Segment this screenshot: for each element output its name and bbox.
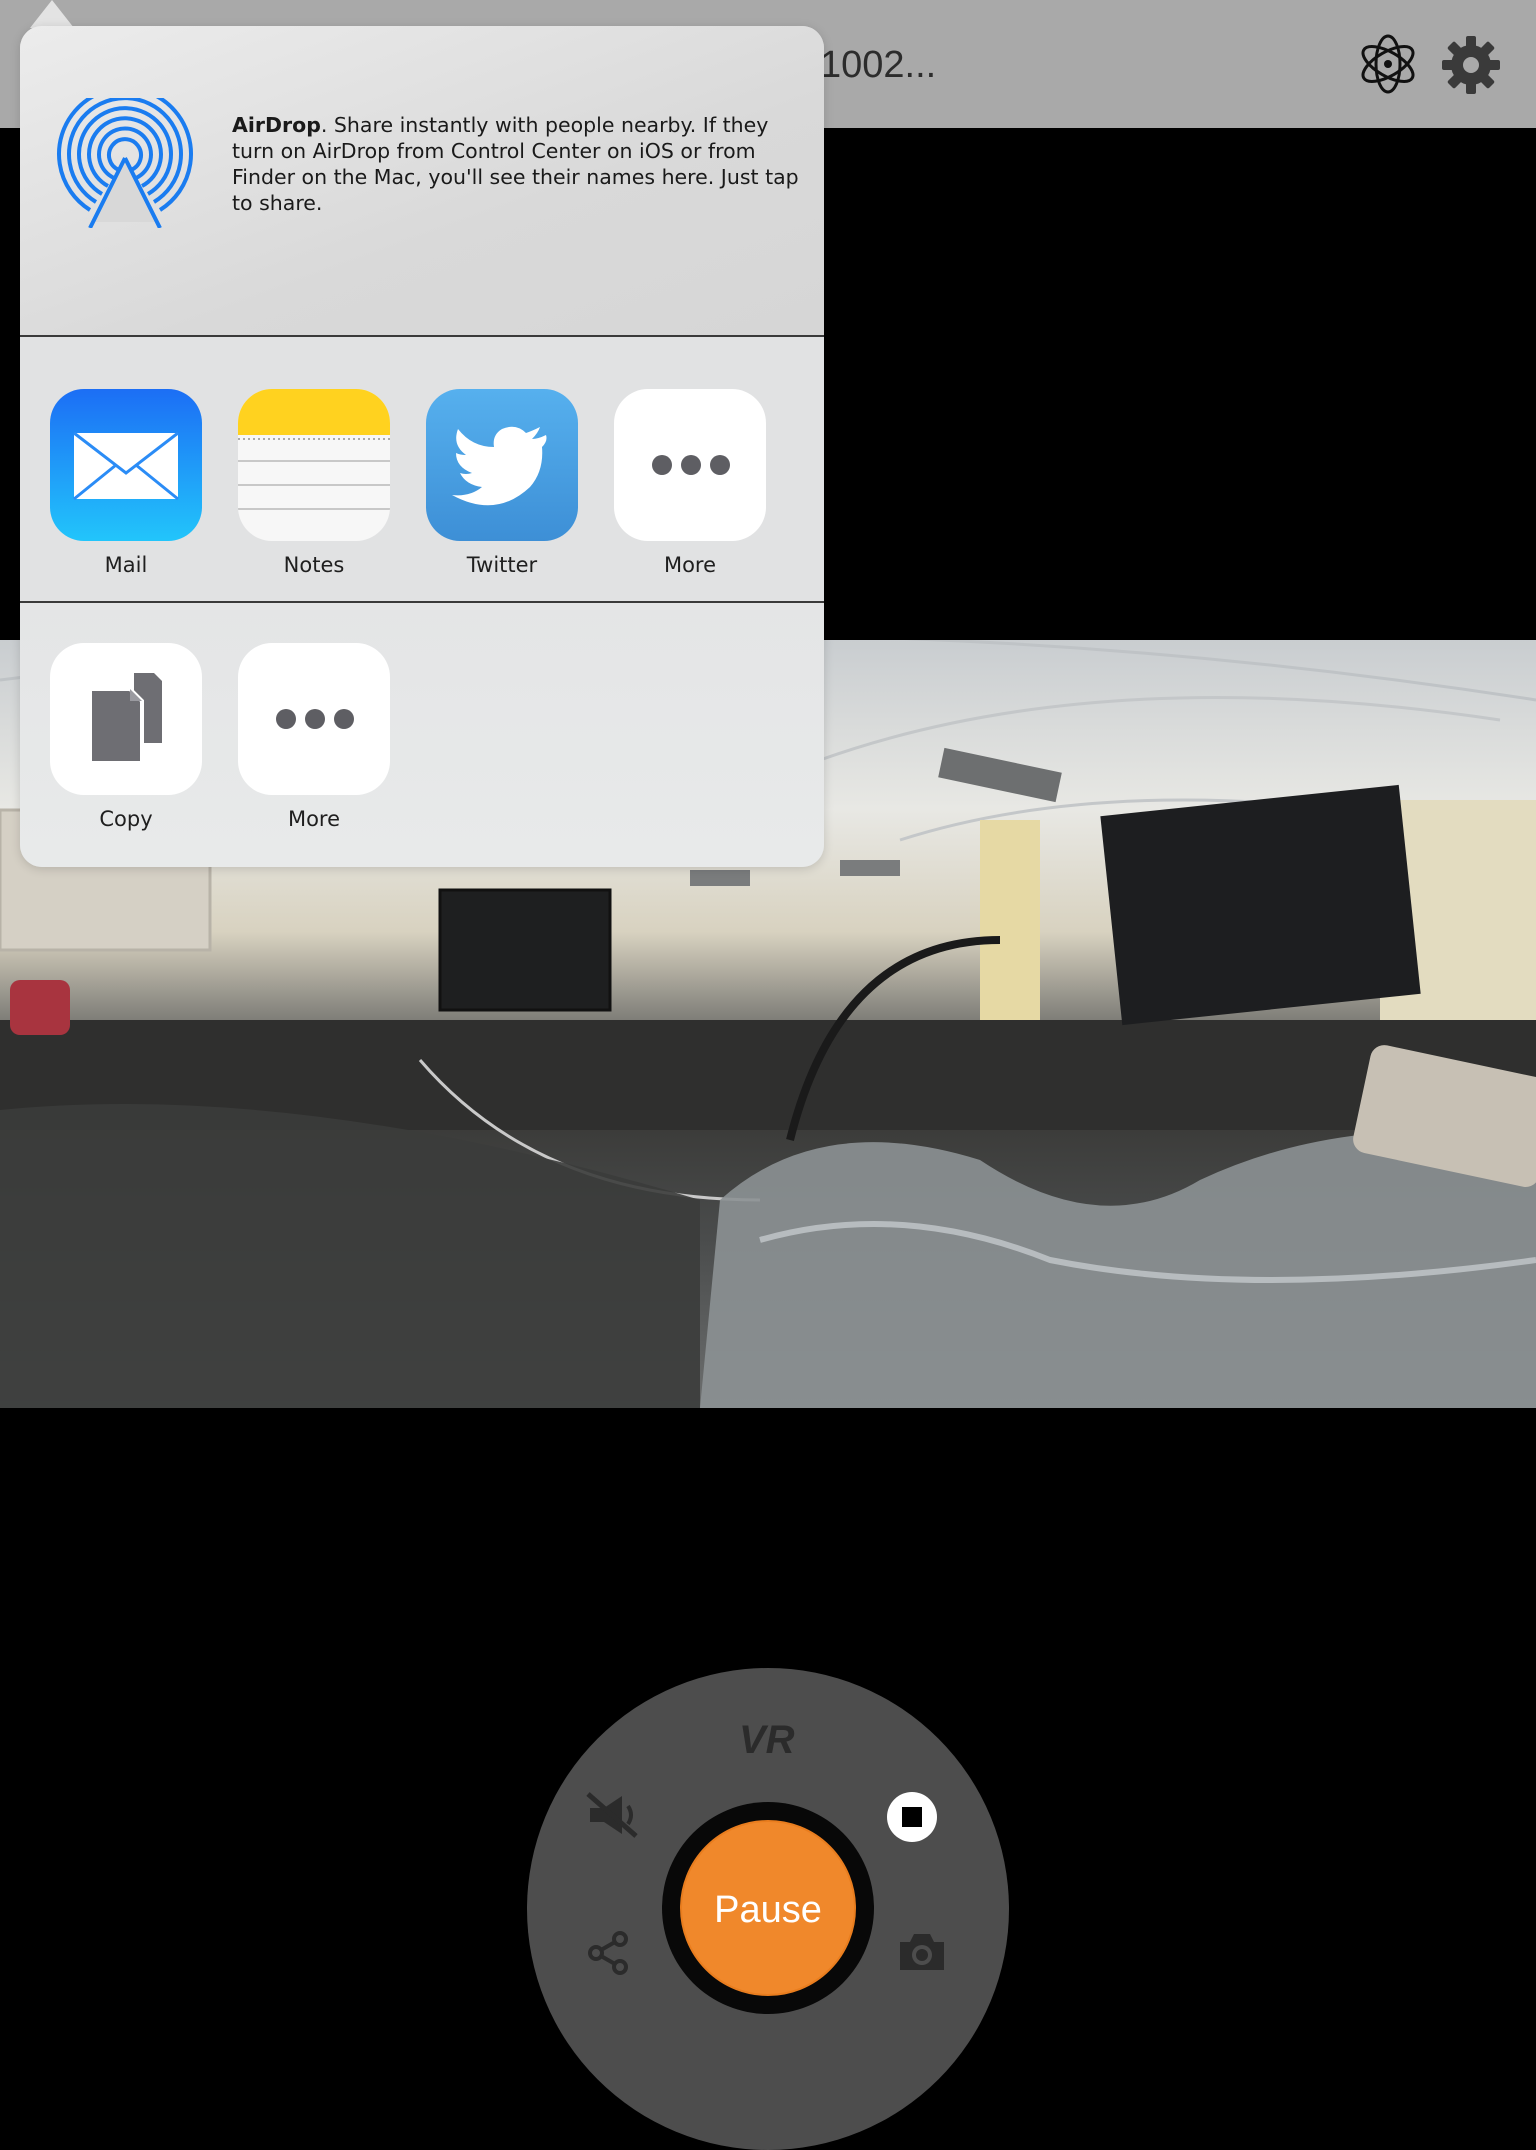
airdrop-icon [56,86,194,229]
share-app-notes[interactable]: Notes [238,389,390,577]
share-action-copy[interactable]: Copy [50,643,202,831]
gear-icon[interactable] [1440,34,1502,96]
share-app-label: Twitter [466,553,538,577]
camera-icon[interactable] [896,1930,948,1979]
share-app-more[interactable]: More [614,389,766,577]
copy-icon [50,643,202,795]
share-app-twitter[interactable]: Twitter [426,389,578,577]
more-icon [238,643,390,795]
airdrop-description: AirDrop. Share instantly with people nea… [232,112,802,216]
video-title: 1002... [820,44,937,86]
pause-button[interactable]: Pause [680,1820,856,1996]
share-icon[interactable] [586,1930,632,1981]
share-action-label: Copy [99,807,153,831]
share-app-mail[interactable]: Mail [50,389,202,577]
share-action-label: More [287,807,341,831]
airdrop-section[interactable]: AirDrop. Share instantly with people nea… [20,26,824,336]
share-actions-row: Copy More [20,603,824,867]
share-action-more[interactable]: More [238,643,390,831]
stop-icon[interactable] [886,1791,938,1848]
mute-icon[interactable] [584,1790,640,1845]
share-app-label: Mail [104,553,148,577]
twitter-icon [426,389,578,541]
share-app-label: Notes [283,553,345,577]
notes-icon [238,389,390,541]
popover-arrow [30,0,74,28]
vr-mode-toggle[interactable]: VR [739,1718,795,1763]
share-apps-row: Mail Notes Twitter More [20,337,824,627]
atom-icon[interactable] [1356,32,1420,96]
share-app-label: More [663,553,717,577]
share-sheet: AirDrop. Share instantly with people nea… [20,26,824,867]
mail-icon [50,389,202,541]
more-icon [614,389,766,541]
airdrop-heading: AirDrop [232,113,321,137]
